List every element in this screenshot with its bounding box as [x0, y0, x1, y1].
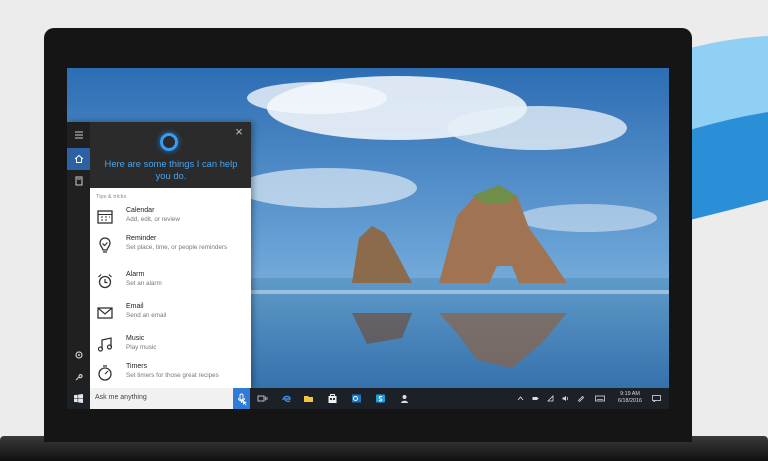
volume-icon[interactable]: [562, 395, 569, 402]
close-icon[interactable]: ×: [233, 125, 245, 138]
section-label: Tips & tricks: [96, 194, 127, 200]
laptop-screen: × Here are some things I can help you do…: [67, 68, 669, 409]
cortana-header: × Here are some things I can help you do…: [90, 122, 251, 188]
notebook-icon[interactable]: [67, 170, 90, 192]
pen-icon[interactable]: [577, 395, 584, 402]
item-subtitle: Play music: [126, 344, 157, 351]
start-button[interactable]: [67, 388, 90, 409]
skype-icon[interactable]: [375, 393, 386, 404]
list-item-timers[interactable]: Timers Set timers for those great recipe…: [90, 362, 251, 388]
item-subtitle: Set an alarm: [126, 280, 162, 287]
action-center-icon[interactable]: [652, 395, 661, 402]
task-view-icon[interactable]: [257, 393, 268, 404]
spacer: [399, 393, 410, 404]
hamburger-icon[interactable]: [67, 124, 90, 146]
file-explorer-icon[interactable]: [303, 393, 314, 404]
feedback-icon[interactable]: [67, 366, 90, 388]
item-title: Email: [126, 303, 144, 310]
item-subtitle: Send an email: [126, 312, 167, 319]
edge-icon[interactable]: [281, 393, 292, 404]
store-icon[interactable]: [327, 393, 338, 404]
microphone-icon: [238, 393, 247, 406]
timer-icon: [96, 364, 114, 382]
list-item-calendar[interactable]: Calendar Add, edit, or review: [90, 206, 251, 236]
clock-date: 6/18/2016: [618, 398, 642, 404]
microphone-button[interactable]: [233, 388, 250, 409]
search-input[interactable]: Ask me anything: [90, 388, 233, 409]
reminder-icon: [96, 236, 114, 254]
list-item-email[interactable]: Email Send an email: [90, 302, 251, 332]
home-icon[interactable]: [67, 148, 90, 170]
search-placeholder: Ask me anything: [95, 394, 147, 401]
chevron-up-icon[interactable]: [517, 395, 524, 402]
item-subtitle: Set place, time, or people reminders: [126, 244, 228, 251]
settings-icon[interactable]: [67, 344, 90, 366]
cortana-logo-icon: [160, 133, 178, 151]
email-icon: [96, 304, 114, 322]
item-title: Calendar: [126, 207, 155, 214]
list-item-reminder[interactable]: Reminder Set place, time, or people remi…: [90, 234, 251, 264]
cortana-panel: × Here are some things I can help you do…: [67, 122, 251, 388]
list-item-music[interactable]: Music Play music: [90, 334, 251, 364]
calendar-icon: [96, 208, 114, 226]
clock-time: 9:19 AM: [620, 391, 640, 397]
item-title: Alarm: [126, 271, 145, 278]
cortana-rail: [67, 122, 90, 388]
taskbar: Ask me anything 9:19 AM 6/18/2016: [67, 388, 669, 409]
item-title: Music: [126, 335, 145, 342]
list-item-alarm[interactable]: Alarm Set an alarm: [90, 270, 251, 300]
item-subtitle: Add, edit, or review: [126, 216, 180, 223]
keyboard-icon[interactable]: [595, 395, 605, 402]
windows-logo-icon: [74, 394, 83, 403]
taskbar-clock[interactable]: 9:19 AM 6/18/2016: [613, 391, 647, 405]
outlook-icon[interactable]: [351, 393, 362, 404]
network-icon[interactable]: [547, 395, 554, 402]
item-subtitle: Set timers for those great recipes: [126, 372, 219, 379]
item-title: Reminder: [126, 235, 157, 242]
alarm-icon: [96, 272, 114, 290]
item-title: Timers: [126, 363, 148, 370]
cortana-greeting: Here are some things I can help you do.: [104, 158, 238, 181]
battery-icon[interactable]: [532, 395, 539, 402]
music-icon: [96, 336, 114, 354]
